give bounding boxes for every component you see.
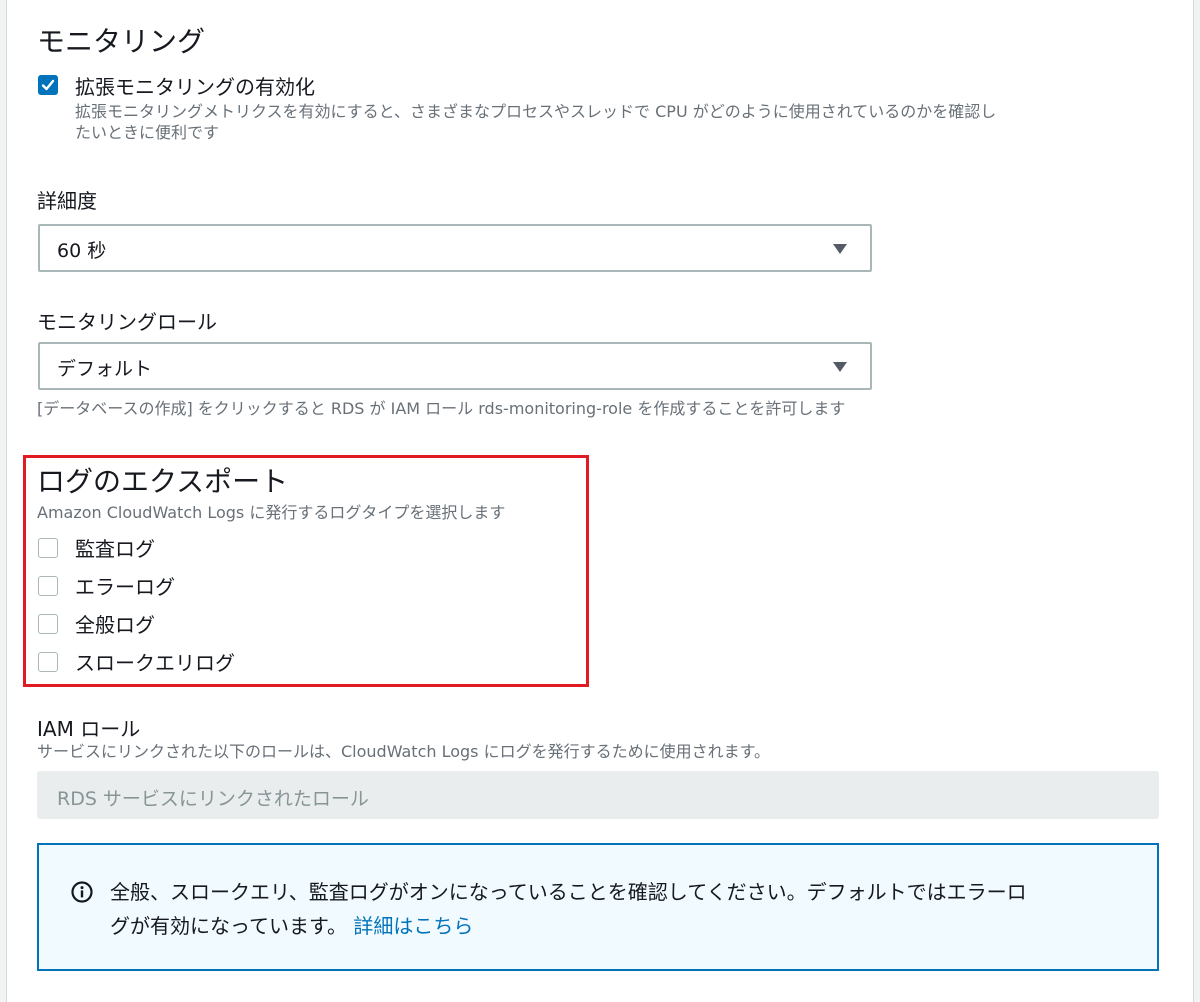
enhanced-monitoring-desc: 拡張モニタリングメトリクスを有効にすると、さまざまなプロセスやスレッドで CPU… bbox=[75, 102, 997, 121]
caret-down-icon bbox=[833, 362, 847, 372]
iam-role-input: RDS サービスにリンクされたロール bbox=[37, 771, 1159, 819]
enhanced-monitoring-desc-2: たいときに便利です bbox=[75, 123, 220, 142]
slow-query-log-label[interactable]: スロークエリログ bbox=[75, 647, 235, 676]
audit-log-checkbox[interactable] bbox=[38, 538, 58, 558]
audit-log-label[interactable]: 監査ログ bbox=[75, 533, 155, 562]
log-export-desc: Amazon CloudWatch Logs に発行するログタイプを選択します bbox=[37, 503, 506, 522]
general-log-checkbox[interactable] bbox=[38, 614, 58, 634]
info-icon bbox=[71, 881, 93, 903]
iam-role-value: RDS サービスにリンクされたロール bbox=[57, 788, 369, 810]
monitoring-role-hint: [データベースの作成] をクリックすると RDS が IAM ロール rds-m… bbox=[37, 399, 846, 418]
enhanced-monitoring-checkbox[interactable] bbox=[38, 75, 58, 95]
info-text-line-2: グが有効になっています。 bbox=[110, 914, 354, 938]
section-title-monitoring: モニタリング bbox=[37, 25, 206, 58]
section-title-log-export: ログのエクスポート bbox=[37, 465, 289, 498]
monitoring-role-label: モニタリングロール bbox=[37, 310, 217, 334]
general-log-label[interactable]: 全般ログ bbox=[75, 609, 155, 638]
caret-down-icon bbox=[833, 244, 847, 254]
info-text-line-1: 全般、スロークエリ、監査ログがオンになっていることを確認してください。デフォルト… bbox=[110, 880, 1027, 904]
granularity-label: 詳細度 bbox=[37, 189, 97, 213]
info-alert: 全般、スロークエリ、監査ログがオンになっていることを確認してください。デフォルト… bbox=[37, 843, 1159, 971]
slow-query-log-checkbox[interactable] bbox=[38, 652, 58, 672]
check-icon bbox=[41, 79, 55, 91]
iam-role-desc: サービスにリンクされた以下のロールは、CloudWatch Logs にログを発… bbox=[37, 742, 771, 761]
iam-role-label: IAM ロール bbox=[37, 717, 141, 741]
error-log-label[interactable]: エラーログ bbox=[75, 571, 175, 600]
granularity-select[interactable]: 60 秒 bbox=[38, 224, 872, 272]
monitoring-role-value: デフォルト bbox=[57, 358, 153, 380]
monitoring-role-select[interactable]: デフォルト bbox=[38, 342, 872, 390]
enhanced-monitoring-label[interactable]: 拡張モニタリングの有効化 bbox=[75, 71, 315, 100]
learn-more-link[interactable]: 詳細はこちら bbox=[353, 914, 473, 938]
info-text: 全般、スロークエリ、監査ログがオンになっていることを確認してください。デフォルト… bbox=[110, 875, 1120, 943]
granularity-value: 60 秒 bbox=[57, 240, 107, 262]
error-log-checkbox[interactable] bbox=[38, 576, 58, 596]
